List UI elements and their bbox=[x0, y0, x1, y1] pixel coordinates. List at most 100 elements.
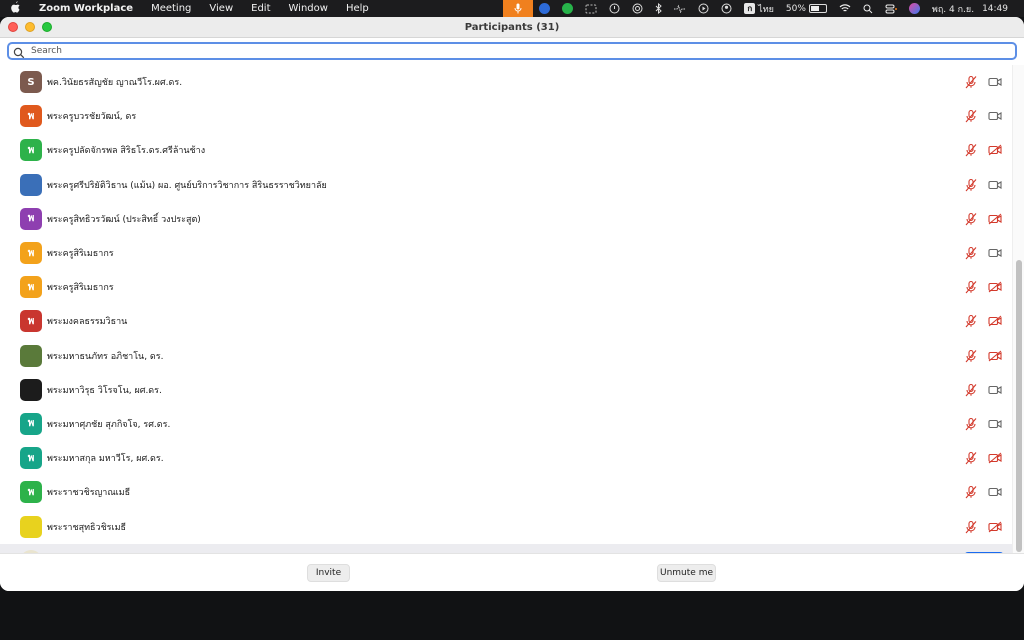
mic-muted-icon bbox=[964, 314, 978, 328]
bluetooth-icon[interactable] bbox=[649, 3, 668, 14]
airplay-icon[interactable] bbox=[626, 3, 649, 14]
battery-status[interactable]: 50% bbox=[780, 4, 833, 14]
play-icon[interactable] bbox=[692, 3, 715, 14]
participant-name: พระครูสิริเมธากร bbox=[47, 249, 114, 260]
participant-name: พระครูศรีปริยัติวิธาน (แม้น) ผอ. ศูนย์บร… bbox=[47, 180, 327, 191]
menu-help[interactable]: Help bbox=[337, 0, 378, 17]
participant-row[interactable]: พ พระมหาสกุล มหาวีโร, ผศ.ดร. bbox=[0, 441, 1012, 475]
user-account-icon[interactable] bbox=[715, 3, 738, 14]
menubar-time[interactable]: 14:49 bbox=[980, 4, 1014, 14]
video-off-icon bbox=[988, 144, 1002, 156]
sync-icon[interactable] bbox=[603, 3, 626, 14]
participant-name: พระมหาสกุล มหาวีโร, ผศ.ดร. bbox=[47, 454, 164, 465]
participant-row[interactable]: พ พระครูสิริเมธากร bbox=[0, 236, 1012, 270]
siri-icon[interactable] bbox=[903, 3, 926, 14]
unmute-me-button[interactable]: Unmute me bbox=[657, 564, 716, 582]
participant-name: พระมหาวิรุธ วิโรจโน, ผศ.ดร. bbox=[47, 385, 162, 396]
video-icon bbox=[988, 76, 1002, 88]
participant-name: พระครูบวรชัยวัฒน์, ดร bbox=[47, 112, 137, 123]
participant-row[interactable]: พระมหาธนภัทร อภิชาโน, ดร. bbox=[0, 339, 1012, 373]
menubar-date[interactable]: พฤ. 4 ก.ย. bbox=[926, 2, 980, 16]
invite-button[interactable]: Invite bbox=[307, 564, 350, 582]
participant-avatar: พ bbox=[20, 310, 42, 333]
mic-muted-icon bbox=[964, 417, 978, 431]
participants-footer: Invite Unmute me bbox=[0, 553, 1024, 591]
participant-row[interactable]: พ พระครูสิทธิวรวัฒน์ (ประสิทธิ์ วงประสูต) bbox=[0, 202, 1012, 236]
participant-avatar: พ bbox=[20, 412, 42, 435]
participant-status-icons bbox=[964, 168, 1002, 202]
participant-row[interactable]: S พค.วินัยธรสัญชัย ญาณวีโร.ผศ.ดร. bbox=[0, 65, 1012, 99]
menu-edit[interactable]: Edit bbox=[242, 0, 279, 17]
microphone-status-icon[interactable] bbox=[503, 0, 534, 17]
video-icon bbox=[988, 179, 1002, 191]
participant-status-icons bbox=[964, 304, 1002, 338]
video-off-icon bbox=[988, 315, 1002, 327]
participant-row[interactable]: พระครูศรีปริยัติวิธาน (แม้น) ผอ. ศูนย์บร… bbox=[0, 168, 1012, 202]
participant-row[interactable]: พ พระราชวชิรญาณเมธี bbox=[0, 475, 1012, 509]
participant-avatar bbox=[20, 515, 42, 538]
mic-muted-icon bbox=[964, 143, 978, 157]
mic-muted-icon bbox=[964, 520, 978, 534]
participant-name: พระครูสิทธิวรวัฒน์ (ประสิทธิ์ วงประสูต) bbox=[47, 214, 201, 225]
desktop-background bbox=[0, 591, 1024, 640]
participant-status-icons bbox=[964, 441, 1002, 475]
spotlight-search-icon[interactable] bbox=[857, 4, 879, 14]
minimize-window-button[interactable] bbox=[25, 22, 35, 32]
search-input[interactable] bbox=[31, 46, 931, 56]
participant-row[interactable]: พระมหาวิรุธ วิโรจโน, ผศ.ดร. bbox=[0, 373, 1012, 407]
participant-avatar: พ bbox=[20, 105, 42, 128]
video-icon bbox=[988, 486, 1002, 498]
mic-muted-icon bbox=[964, 109, 978, 123]
menu-meeting[interactable]: Meeting bbox=[142, 0, 200, 17]
video-icon bbox=[988, 384, 1002, 396]
participant-status-icons bbox=[964, 202, 1002, 236]
video-icon bbox=[988, 247, 1002, 259]
participant-status-icons bbox=[964, 407, 1002, 441]
participant-row[interactable]: พ พระมหาศุภชัย สุภกิจโจ, รศ.ดร. bbox=[0, 407, 1012, 441]
menu-app-name[interactable]: Zoom Workplace bbox=[30, 0, 142, 17]
mic-muted-icon bbox=[964, 280, 978, 294]
participant-status-icons bbox=[964, 65, 1002, 99]
participant-row[interactable] bbox=[0, 543, 1012, 553]
window-controls bbox=[8, 22, 52, 32]
participant-row[interactable]: พ พระครูบวรชัยวัฒน์, ดร bbox=[0, 99, 1012, 133]
participant-name: พระครูปลัดจักรพล สิริธโร.ดร.ศรีล้านช้าง bbox=[47, 146, 206, 157]
close-window-button[interactable] bbox=[8, 22, 18, 32]
menu-window[interactable]: Window bbox=[280, 0, 337, 17]
line-tray-icon[interactable] bbox=[556, 3, 579, 14]
control-center-icon[interactable] bbox=[879, 4, 903, 14]
video-off-icon bbox=[988, 213, 1002, 225]
mic-muted-icon bbox=[964, 485, 978, 499]
input-source[interactable]: ก ไทย bbox=[738, 2, 780, 16]
apple-menu-icon[interactable] bbox=[0, 1, 30, 16]
battery-icon bbox=[808, 4, 827, 13]
input-source-badge: ก bbox=[744, 3, 756, 14]
input-language: ไทย bbox=[758, 4, 774, 15]
participant-avatar bbox=[20, 378, 42, 401]
participant-avatar: พ bbox=[20, 481, 42, 504]
participant-avatar bbox=[20, 173, 42, 196]
wifi-icon[interactable] bbox=[833, 4, 857, 13]
participant-avatar: พ bbox=[20, 207, 42, 230]
participant-row[interactable]: พ พระครูปลัดจักรพล สิริธโร.ดร.ศรีล้านช้าง bbox=[0, 133, 1012, 167]
zoom-tray-icon[interactable] bbox=[533, 3, 556, 14]
zoom-window-button[interactable] bbox=[42, 22, 52, 32]
screen-capture-icon[interactable] bbox=[579, 4, 603, 14]
video-icon bbox=[988, 418, 1002, 430]
mic-muted-icon bbox=[964, 246, 978, 260]
participant-status-icons bbox=[964, 475, 1002, 509]
participant-row[interactable]: พ พระมงคลธรรมวิธาน bbox=[0, 304, 1012, 338]
scrollbar[interactable] bbox=[1012, 65, 1024, 553]
participant-status-icons bbox=[964, 270, 1002, 304]
activity-icon[interactable] bbox=[668, 4, 692, 13]
participant-avatar: พ bbox=[20, 447, 42, 470]
mic-muted-icon bbox=[964, 75, 978, 89]
participant-row[interactable]: พระราชสุทธิวชิรเมธี bbox=[0, 509, 1012, 543]
participant-name: พระราชสุทธิวชิรเมธี bbox=[47, 522, 127, 533]
scrollbar-thumb[interactable] bbox=[1016, 260, 1022, 552]
participant-row[interactable]: พ พระครูสิริเมธากร bbox=[0, 270, 1012, 304]
search-box[interactable] bbox=[7, 42, 1017, 60]
mic-muted-icon bbox=[964, 212, 978, 226]
menu-view[interactable]: View bbox=[200, 0, 242, 17]
window-titlebar[interactable]: Participants (31) bbox=[0, 17, 1024, 38]
